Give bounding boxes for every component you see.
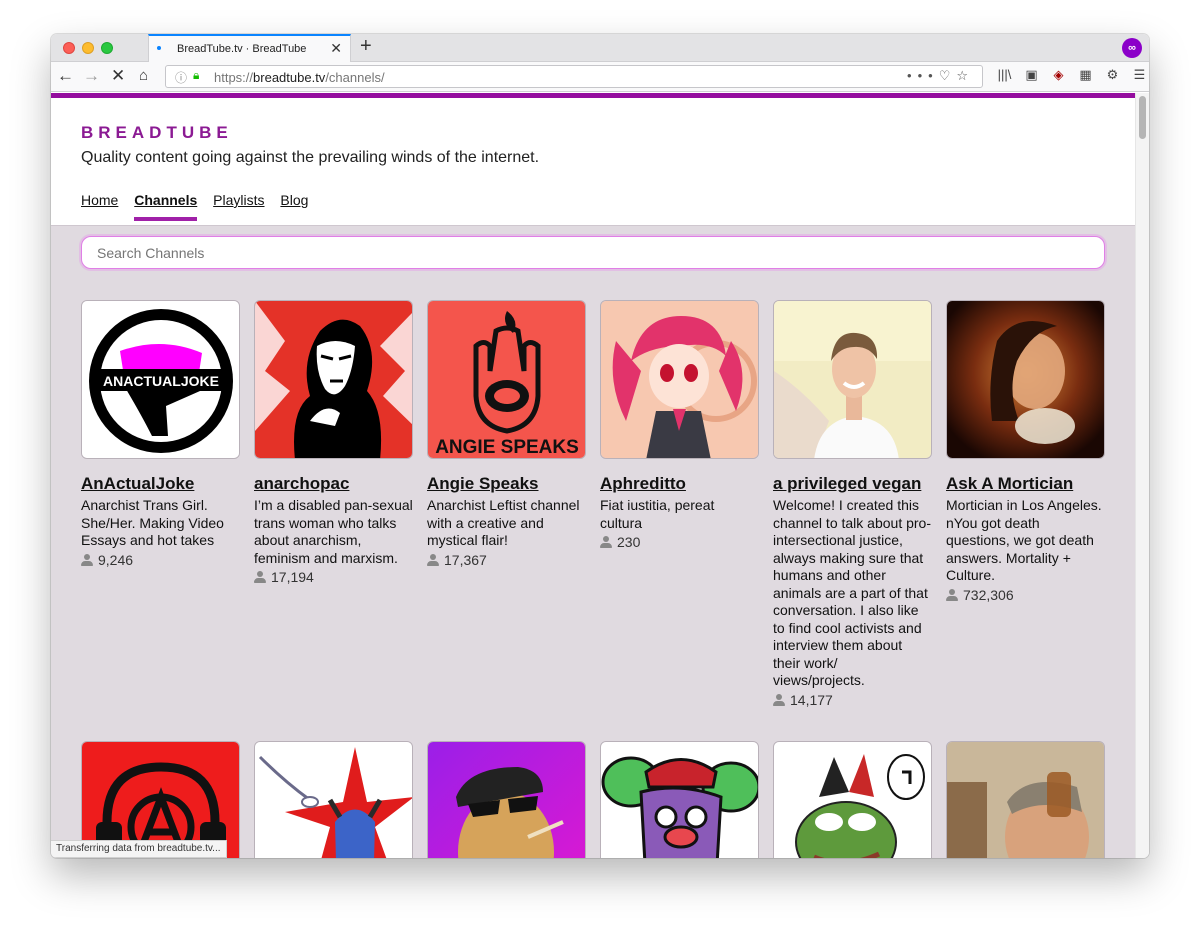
site-logo[interactable]: BREADTUBE — [81, 123, 233, 143]
subscriber-count: 732,306 — [946, 587, 1105, 603]
minimize-window-button[interactable] — [82, 42, 94, 54]
channel-card[interactable]: anarchopac I’m a disabled pan-sexual tra… — [254, 300, 413, 585]
loading-dot-icon — [157, 46, 161, 50]
status-bar: Transferring data from breadtube.tv... — [51, 840, 227, 858]
library-icon[interactable]: |||\ — [991, 67, 1018, 82]
tab-strip: BreadTube.tv · BreadTube ✕ + ∞ — [51, 34, 1149, 63]
channel-description: Mortician in Los Angeles. nYou got death… — [946, 497, 1102, 583]
lock-icon[interactable]: 🔒︎ — [193, 68, 199, 83]
toolbar-icons: |||\ ▣ ◈ ▦ ⚙ ☰ — [991, 67, 1149, 83]
site-header: BREADTUBE Quality content going against … — [51, 98, 1135, 226]
thumb-text: ANACTUALJOKE — [103, 373, 219, 389]
site-tagline: Quality content going against the prevai… — [81, 149, 540, 166]
pocket-icon[interactable]: ♡ — [939, 68, 957, 83]
channel-card[interactable]: ANACTUALJOKE AnActualJoke Anarchist Tran… — [81, 300, 240, 568]
tab-title: BreadTube.tv · BreadTube — [177, 43, 307, 55]
subscriber-count: 14,177 — [773, 692, 932, 708]
person-icon — [81, 553, 93, 566]
channel-thumbnail[interactable] — [773, 300, 932, 459]
channel-thumbnail[interactable] — [427, 741, 586, 858]
channel-card[interactable]: Ask A Mortician Mortician in Los Angeles… — [946, 300, 1105, 603]
settings-gear-icon[interactable]: ⚙ — [1099, 67, 1126, 83]
channel-thumbnail[interactable] — [600, 300, 759, 459]
channel-card[interactable] — [946, 741, 1105, 858]
channel-thumbnail[interactable] — [254, 300, 413, 459]
person-icon — [773, 693, 785, 706]
page-actions: •••♡☆ — [907, 68, 974, 84]
back-icon[interactable]: ← — [57, 65, 74, 87]
subscriber-count: 230 — [600, 534, 759, 550]
channel-name[interactable]: Angie Speaks — [427, 474, 586, 494]
channel-description: Anarchist Leftist channel with a creativ… — [427, 497, 580, 548]
browser-tab[interactable]: BreadTube.tv · BreadTube ✕ — [148, 34, 351, 63]
subscriber-count: 17,367 — [427, 552, 586, 568]
nav-channels[interactable]: Channels — [134, 192, 198, 221]
channel-name[interactable]: AnActualJoke — [81, 474, 240, 494]
channel-card[interactable] — [254, 741, 413, 858]
subscriber-count: 9,246 — [81, 552, 240, 568]
channel-thumbnail[interactable] — [946, 741, 1105, 858]
nav-playlists[interactable]: Playlists — [213, 192, 264, 208]
home-icon[interactable]: ⌂ — [139, 65, 148, 87]
forward-icon[interactable]: → — [83, 65, 100, 87]
extensions-grid-icon[interactable]: ▦ — [1072, 67, 1099, 83]
ublock-icon[interactable]: ◈ — [1045, 67, 1072, 83]
scrollbar-thumb[interactable] — [1139, 96, 1146, 139]
channel-card[interactable]: ANGIE SPEAKS Angie Speaks Anarchist Left… — [427, 300, 586, 568]
url-text[interactable]: https://breadtube.tv/channels/ — [214, 70, 385, 85]
browser-window: BreadTube.tv · BreadTube ✕ + ∞ ← → ✕ ⌂ ⓘ… — [51, 34, 1149, 858]
info-icon[interactable]: ⓘ — [175, 69, 187, 86]
menu-icon[interactable]: ☰ — [1126, 67, 1149, 83]
page-scrollbar[interactable] — [1135, 93, 1149, 858]
channel-name[interactable]: a privileged vegan — [773, 474, 932, 494]
channel-card[interactable] — [773, 741, 932, 858]
channel-thumbnail[interactable] — [254, 741, 413, 858]
more-actions-icon[interactable]: ••• — [907, 68, 939, 83]
main-nav: Home Channels Playlists Blog — [81, 192, 320, 221]
private-browsing-icon[interactable]: ∞ — [1122, 38, 1142, 58]
channel-thumbnail[interactable]: ANGIE SPEAKS — [427, 300, 586, 459]
close-tab-icon[interactable]: ✕ — [330, 40, 342, 57]
person-icon — [946, 588, 958, 601]
channel-name[interactable]: Ask A Mortician — [946, 474, 1105, 494]
channel-description: Fiat iustitia, pereat cultura — [600, 497, 715, 531]
url-bar[interactable]: ⓘ 🔒︎ https://breadtube.tv/channels/ •••♡… — [165, 65, 983, 88]
bookmark-star-icon[interactable]: ☆ — [956, 68, 974, 83]
thumb-text: ANGIE SPEAKS — [435, 437, 579, 458]
channel-thumbnail[interactable]: ANACTUALJOKE — [81, 300, 240, 459]
channel-name[interactable]: anarchopac — [254, 474, 413, 494]
channel-name[interactable]: Aphreditto — [600, 474, 759, 494]
close-window-button[interactable] — [63, 42, 75, 54]
person-icon — [427, 553, 439, 566]
navigation-toolbar: ← → ✕ ⌂ ⓘ 🔒︎ https://breadtube.tv/channe… — [51, 62, 1149, 92]
channel-card[interactable]: a privileged vegan Welcome! I created th… — [773, 300, 932, 708]
person-icon — [600, 536, 612, 548]
channel-card[interactable] — [600, 741, 759, 858]
channel-thumbnail[interactable] — [773, 741, 932, 858]
channel-description: Welcome! I created this channel to talk … — [773, 497, 931, 688]
channel-thumbnail[interactable] — [600, 741, 759, 858]
sidebar-icon[interactable]: ▣ — [1018, 67, 1045, 83]
channel-card[interactable] — [427, 741, 586, 858]
new-tab-icon[interactable]: + — [360, 35, 372, 57]
channel-description: I’m a disabled pan-sexual trans woman wh… — [254, 497, 413, 566]
channel-thumbnail[interactable] — [946, 300, 1105, 459]
channel-description: Anarchist Trans Girl. She/Her. Making Vi… — [81, 497, 224, 548]
channel-card[interactable]: Aphreditto Fiat iustitia, pereat cultura… — [600, 300, 759, 550]
nav-home[interactable]: Home — [81, 192, 118, 208]
person-icon — [254, 571, 266, 583]
zoom-window-button[interactable] — [101, 42, 113, 54]
page-content: BREADTUBE Quality content going against … — [51, 93, 1135, 858]
subscriber-count: 17,194 — [254, 569, 413, 585]
search-channels-input[interactable] — [81, 236, 1105, 269]
nav-blog[interactable]: Blog — [280, 192, 308, 208]
stop-loading-icon[interactable]: ✕ — [111, 65, 125, 87]
